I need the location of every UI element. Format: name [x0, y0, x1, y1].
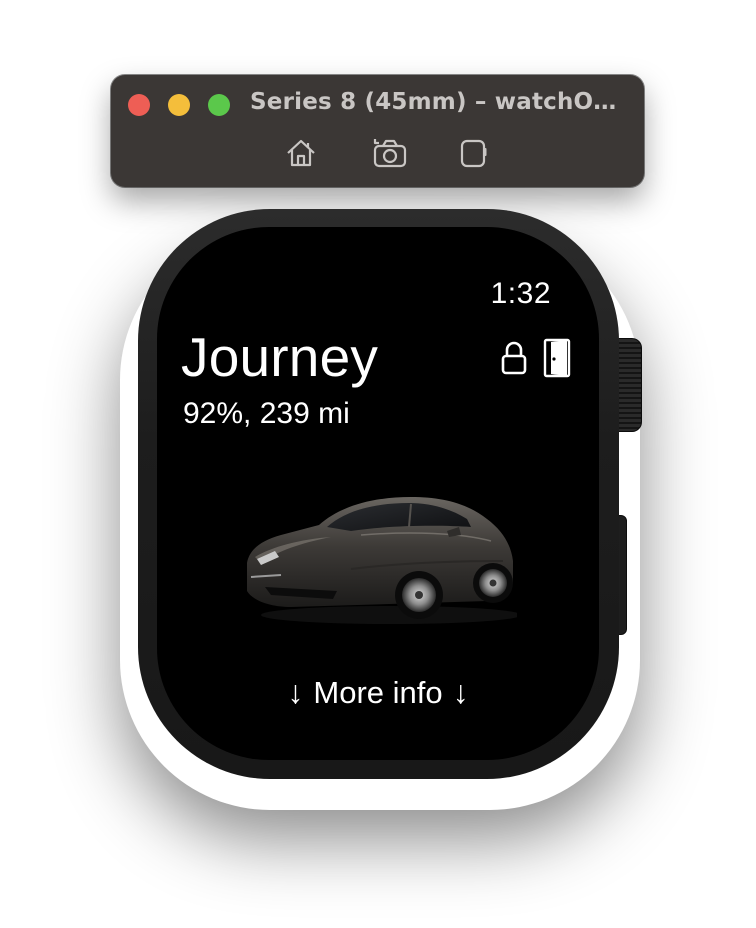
- door-icon[interactable]: [543, 338, 571, 378]
- device-icon[interactable]: [456, 136, 490, 170]
- page-title: Journey: [181, 326, 379, 388]
- watch-screen: 1:32 Journey 92%, 239 mi ↓ More info ↓: [157, 227, 599, 760]
- zoom-window-button[interactable]: [208, 94, 230, 116]
- car-image: [241, 491, 521, 629]
- close-window-button[interactable]: [128, 94, 150, 116]
- minimize-window-button[interactable]: [168, 94, 190, 116]
- more-info-label: More info: [313, 675, 443, 710]
- lock-icon[interactable]: [500, 340, 528, 376]
- arrow-down-icon: ↓: [287, 674, 304, 710]
- camera-icon[interactable]: [372, 136, 408, 170]
- more-info-button[interactable]: ↓ More info ↓: [157, 674, 599, 711]
- battery-range-label: 92%, 239 mi: [183, 397, 350, 430]
- home-icon[interactable]: [284, 136, 318, 170]
- window-title: Series 8 (45mm) – watchO…: [250, 89, 617, 115]
- status-time: 1:32: [490, 277, 551, 310]
- arrow-down-icon: ↓: [452, 674, 469, 710]
